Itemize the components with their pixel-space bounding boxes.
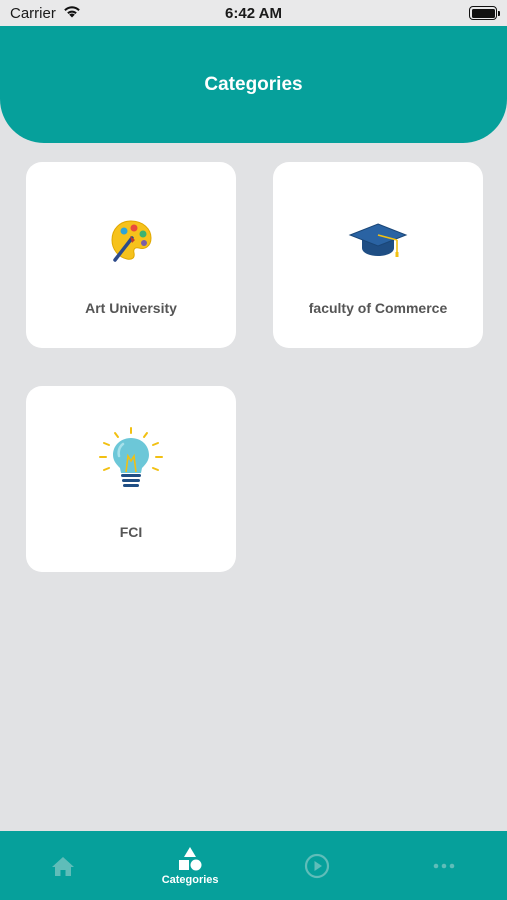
tab-play[interactable] — [254, 831, 381, 900]
graduation-cap-icon — [273, 216, 483, 264]
status-left: Carrier — [10, 4, 82, 23]
status-bar: Carrier 6:42 AM — [0, 0, 507, 26]
category-card-fci[interactable]: FCI — [26, 386, 236, 572]
palette-icon — [26, 216, 236, 264]
category-label: Art University — [85, 300, 177, 316]
home-icon — [51, 853, 75, 879]
header: Categories — [0, 26, 507, 143]
battery-icon — [469, 6, 500, 20]
tab-more[interactable] — [380, 831, 507, 900]
play-circle-icon — [304, 853, 330, 879]
category-card-art-university[interactable]: Art University — [26, 162, 236, 348]
tab-bar: Categories — [0, 831, 507, 900]
carrier-label: Carrier — [10, 4, 56, 22]
wifi-icon — [62, 4, 82, 23]
shapes-icon — [177, 846, 203, 872]
category-label: faculty of Commerce — [308, 300, 448, 316]
category-card-faculty-of-commerce[interactable]: faculty of Commerce — [273, 162, 483, 348]
page-title: Categories — [204, 73, 303, 95]
tab-label-categories: Categories — [161, 873, 219, 886]
tab-home[interactable] — [0, 831, 127, 900]
lightbulb-icon — [26, 426, 236, 492]
more-icon — [432, 853, 456, 879]
category-label: FCI — [119, 524, 143, 540]
tab-categories[interactable]: Categories — [127, 831, 254, 900]
